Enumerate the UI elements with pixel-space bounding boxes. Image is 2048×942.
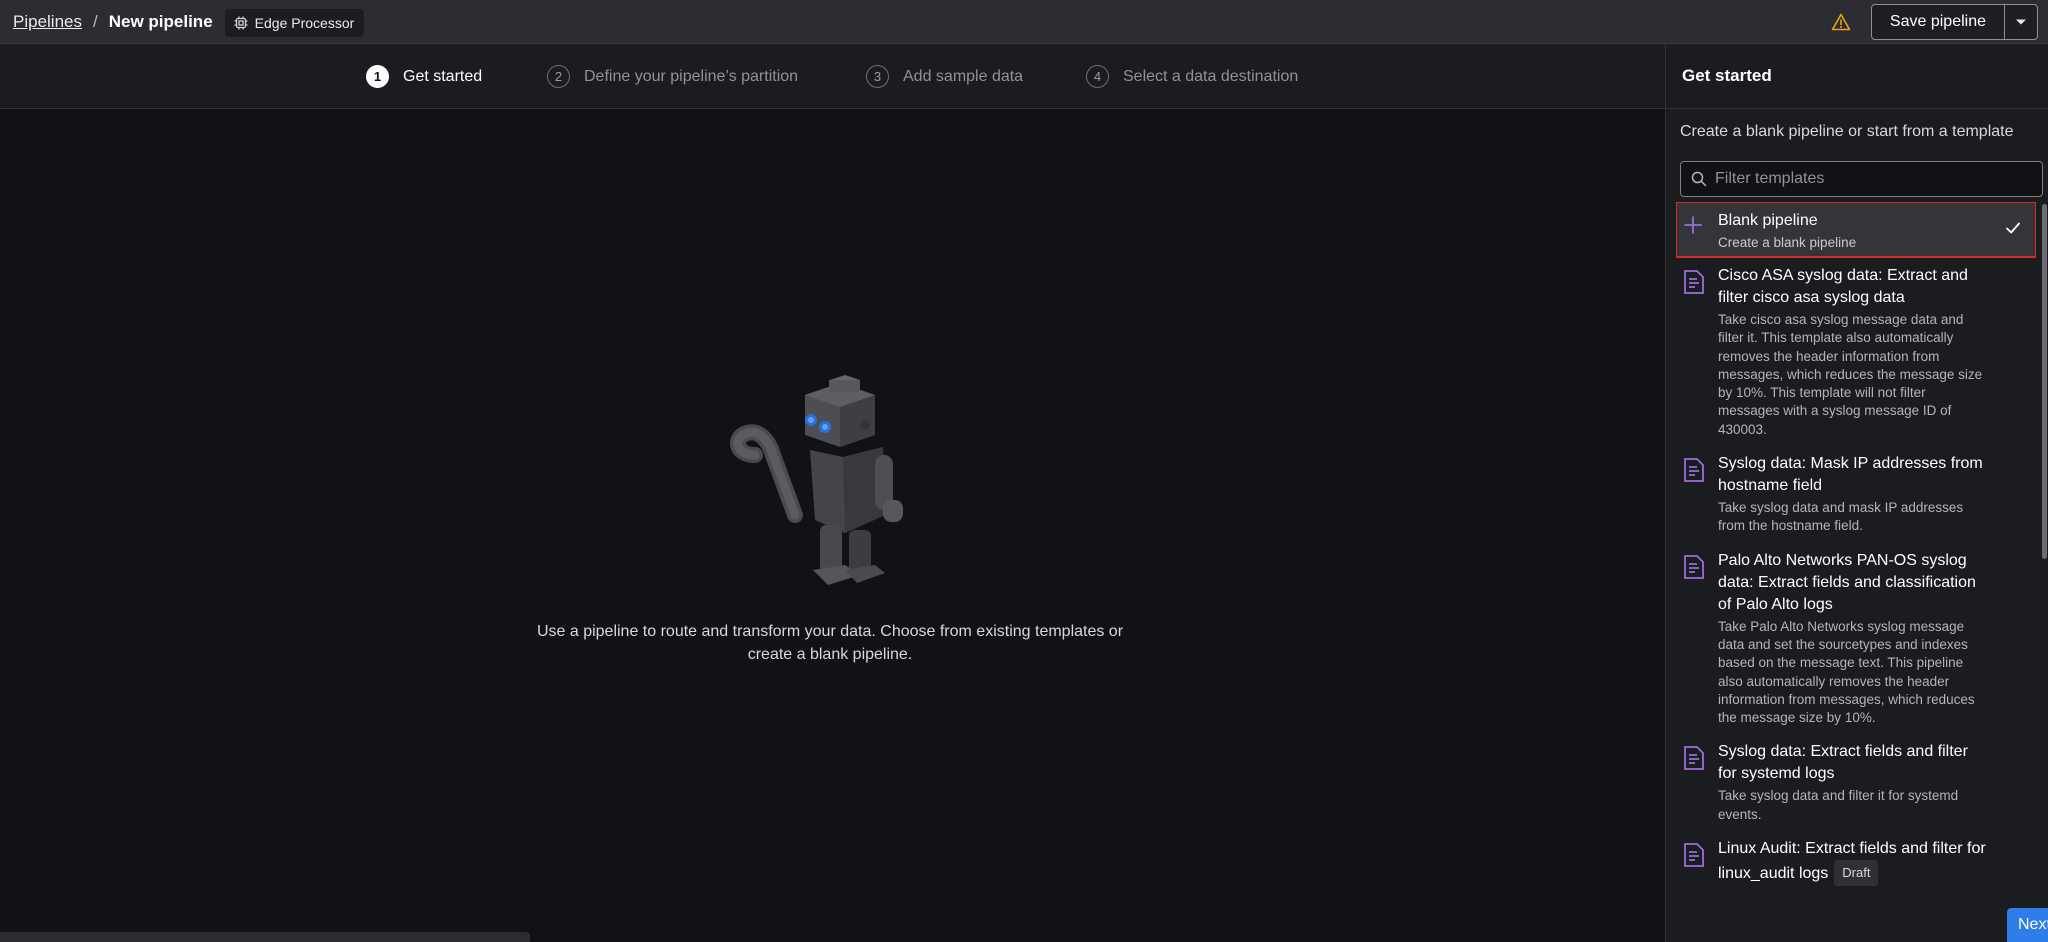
breadcrumb-separator: / xyxy=(93,11,98,31)
search-icon xyxy=(1691,171,1707,187)
chevron-down-icon xyxy=(2016,19,2026,25)
template-linux-audit[interactable]: Linux Audit: Extract fields and filter f… xyxy=(1676,832,2036,894)
template-description: Take syslog data and filter it for syste… xyxy=(1718,788,1959,822)
step-add-sample-data[interactable]: 3 Add sample data xyxy=(866,44,1023,109)
panel-subtitle: Create a blank pipeline or start from a … xyxy=(1680,123,2014,140)
document-icon xyxy=(1684,843,1704,867)
status-url-bar xyxy=(0,932,530,942)
save-pipeline-button[interactable]: Save pipeline xyxy=(1870,4,2004,40)
step-number: 3 xyxy=(866,65,889,88)
step-define-partition[interactable]: 2 Define your pipeline’s partition xyxy=(547,44,798,109)
template-description: Take syslog data and mask IP addresses f… xyxy=(1718,500,1964,534)
plus-icon xyxy=(1684,216,1702,234)
template-list-scrollbar[interactable] xyxy=(2042,204,2047,559)
template-syslog-mask-ip[interactable]: Syslog data: Mask IP addresses from host… xyxy=(1676,447,2036,544)
top-bar: Pipelines / New pipeline Edge Processor … xyxy=(0,0,2048,44)
progress-stepper: 1 Get started 2 Define your pipeline’s p… xyxy=(0,44,1665,109)
document-icon xyxy=(1684,458,1704,482)
robot-illustration xyxy=(730,375,903,585)
warning-triangle-icon[interactable] xyxy=(1831,12,1851,32)
document-icon xyxy=(1684,270,1704,294)
step-number: 4 xyxy=(1086,65,1109,88)
template-palo-alto[interactable]: Palo Alto Networks PAN-OS syslog data: E… xyxy=(1676,544,2036,736)
step-label: Get started xyxy=(403,67,483,85)
template-title: Blank pipeline xyxy=(1718,212,1818,229)
template-description: Take Palo Alto Networks syslog message d… xyxy=(1718,618,1975,726)
empty-state-message: Use a pipeline to route and transform yo… xyxy=(536,623,1124,663)
filter-templates-field[interactable] xyxy=(1680,161,2043,197)
draft-badge: Draft xyxy=(1834,860,1879,887)
step-label: Select a data destination xyxy=(1123,67,1299,85)
check-icon xyxy=(2006,222,2020,234)
template-title: Syslog data: Mask IP addresses from host… xyxy=(1718,455,1983,495)
template-title: Palo Alto Networks PAN-OS syslog data: E… xyxy=(1718,551,1976,613)
step-label: Define your pipeline’s partition xyxy=(584,67,799,85)
step-get-started[interactable]: 1 Get started xyxy=(366,44,482,109)
step-number: 2 xyxy=(547,65,570,88)
save-button-group: Save pipeline xyxy=(1870,4,2038,40)
save-options-dropdown[interactable] xyxy=(2004,4,2038,40)
get-started-panel: Get started Create a blank pipeline or s… xyxy=(1665,44,2048,942)
chip-icon xyxy=(234,16,248,29)
document-icon xyxy=(1684,746,1704,771)
template-cisco-asa[interactable]: Cisco ASA syslog data: Extract and filte… xyxy=(1676,259,2036,447)
step-label: Add sample data xyxy=(903,67,1024,85)
template-blank-pipeline[interactable]: Blank pipeline Create a blank pipeline xyxy=(1676,202,2036,258)
breadcrumb-pipelines-link[interactable]: Pipelines xyxy=(13,12,82,32)
document-icon xyxy=(1684,554,1704,579)
template-title: Cisco ASA syslog data: Extract and filte… xyxy=(1718,267,1968,306)
page-title: New pipeline xyxy=(108,11,213,31)
template-description: Create a blank pipeline xyxy=(1718,235,1857,250)
filter-templates-input[interactable] xyxy=(1715,170,2042,188)
pipeline-canvas: Use a pipeline to route and transform yo… xyxy=(0,110,1665,942)
panel-title: Get started xyxy=(1666,44,2048,109)
next-button[interactable]: Next xyxy=(2007,908,2048,942)
template-syslog-systemd[interactable]: Syslog data: Extract fields and filter f… xyxy=(1676,735,2036,832)
breadcrumb: Pipelines / New pipeline xyxy=(0,12,213,32)
template-description: Take cisco asa syslog message data and f… xyxy=(1718,312,1983,437)
step-select-destination[interactable]: 4 Select a data destination xyxy=(1086,44,1298,109)
template-list: Blank pipeline Create a blank pipeline C… xyxy=(1676,202,2036,937)
step-number: 1 xyxy=(366,65,389,88)
template-title: Syslog data: Extract fields and filter f… xyxy=(1718,743,1968,783)
edge-processor-badge: Edge Processor xyxy=(224,8,365,37)
template-title: Linux Audit: Extract fields and filter f… xyxy=(1718,838,1990,887)
edge-processor-label: Edge Processor xyxy=(254,14,355,31)
